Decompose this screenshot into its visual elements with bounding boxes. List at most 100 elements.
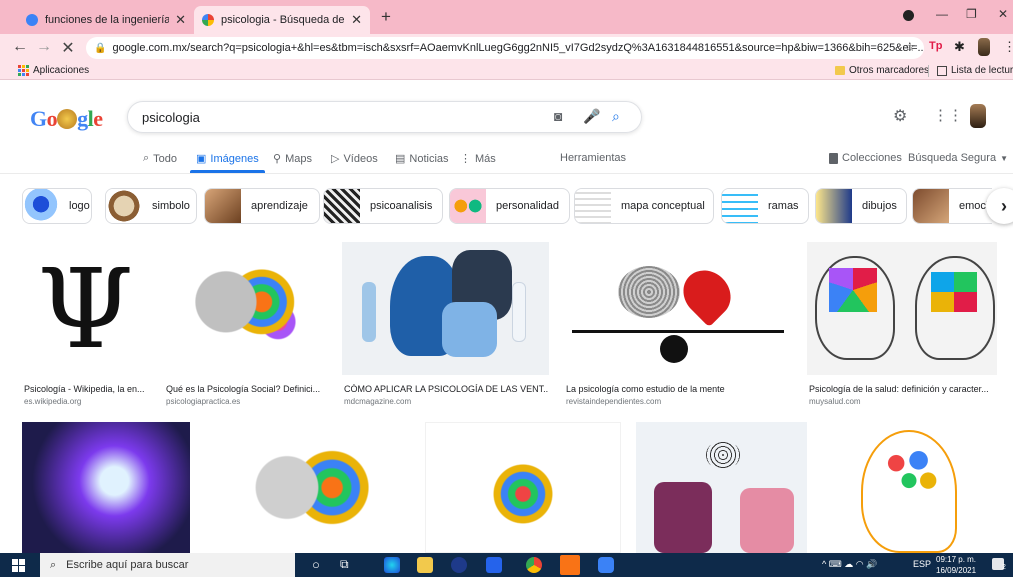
profile-avatar[interactable] bbox=[978, 38, 990, 56]
chip-label: personalidad bbox=[496, 200, 559, 212]
browser-menu-icon[interactable]: ⋮ bbox=[1003, 39, 1013, 55]
google-apps-grid-icon[interactable]: ⋮⋮ bbox=[933, 106, 963, 124]
result-title[interactable]: Psicología - Wikipedia, la en... bbox=[24, 384, 149, 394]
chip-simbolo[interactable]: simbolo bbox=[105, 188, 197, 224]
profile-indicator-icon[interactable] bbox=[903, 10, 914, 21]
safe-search-dropdown[interactable]: Búsqueda Segura ▼ bbox=[908, 152, 1008, 164]
tray-icons[interactable]: ^ ⌨ ☁ ◠ 🔊 bbox=[822, 559, 877, 570]
extension-icon[interactable]: Tp bbox=[929, 40, 942, 52]
result-image-puzzle-heads[interactable] bbox=[807, 242, 997, 375]
image-result[interactable]: La psicología como estudio de la mente r… bbox=[564, 242, 793, 407]
close-window-button[interactable]: ✕ bbox=[998, 7, 1008, 21]
image-result[interactable]: Qué es la Psicología Social? Definici...… bbox=[164, 242, 327, 407]
chip-dibujos[interactable]: dibujos bbox=[815, 188, 907, 224]
search-submit-icon[interactable]: ⌕ bbox=[612, 108, 620, 125]
chip-emociones[interactable]: emoci bbox=[912, 188, 992, 224]
minimize-button[interactable]: — bbox=[936, 7, 948, 21]
tab-images[interactable]: ▣ Imágenes bbox=[196, 152, 259, 166]
chip-mapa-conceptual[interactable]: mapa conceptual bbox=[574, 188, 714, 224]
hp-app-icon[interactable] bbox=[451, 557, 467, 573]
result-image-psi-symbol[interactable]: Ψ bbox=[22, 242, 149, 375]
reading-list-label: Lista de lectura bbox=[951, 65, 1013, 76]
clock-time: 09:17 p. m. bbox=[936, 555, 977, 564]
image-result[interactable]: Ψ Psicología - Wikipedia, la en... es.wi… bbox=[22, 242, 149, 407]
image-result[interactable] bbox=[821, 422, 997, 553]
chip-ramas[interactable]: ramas bbox=[721, 188, 809, 224]
other-bookmarks-folder[interactable]: Otros marcadores bbox=[835, 65, 929, 76]
close-tab-icon[interactable]: ✕ bbox=[345, 12, 362, 28]
address-bar[interactable]: 🔒 google.com.mx/search?q=psicologia+&hl=… bbox=[86, 37, 924, 59]
image-result[interactable] bbox=[205, 422, 410, 553]
chip-label: simbolo bbox=[152, 200, 190, 212]
chrome-icon[interactable] bbox=[526, 557, 542, 573]
result-title[interactable]: Psicología de la salud: definición y car… bbox=[809, 384, 996, 394]
edge-browser-icon[interactable] bbox=[384, 557, 400, 573]
search-icon: ⌕ bbox=[143, 152, 150, 164]
chip-logo[interactable]: logo bbox=[22, 188, 92, 224]
tab-all[interactable]: ⌕ Todo bbox=[143, 152, 177, 165]
result-image-brain-heart-balance[interactable] bbox=[564, 242, 793, 375]
result-image-glowing-head[interactable] bbox=[22, 422, 190, 553]
tab-news[interactable]: ▤ Noticias bbox=[395, 152, 449, 166]
result-title[interactable]: Qué es la Psicología Social? Definici... bbox=[166, 384, 326, 394]
input-language[interactable]: ESP bbox=[913, 559, 931, 569]
camera-search-icon[interactable]: ◙ bbox=[554, 108, 562, 124]
tab-maps[interactable]: ⚲ Maps bbox=[273, 152, 312, 166]
result-image-puzzle-head[interactable] bbox=[342, 242, 549, 375]
chip-label: dibujos bbox=[862, 200, 897, 212]
chip-psicoanalisis[interactable]: psicoanalisis bbox=[323, 188, 443, 224]
voice-search-mic-icon[interactable]: 🎤 bbox=[583, 108, 600, 125]
tools-button[interactable]: Herramientas bbox=[560, 152, 626, 164]
browser-tab-active[interactable]: psicologia - Búsqueda de Google ✕ bbox=[194, 6, 370, 34]
image-result[interactable] bbox=[22, 422, 190, 553]
result-image-colorful-brain-2[interactable] bbox=[205, 422, 410, 553]
tab-label: Vídeos bbox=[343, 152, 378, 165]
image-result[interactable] bbox=[425, 422, 621, 553]
task-view-icon[interactable]: ⧉ bbox=[340, 557, 349, 572]
result-image-doodle-brain[interactable] bbox=[425, 422, 621, 553]
chip-personalidad[interactable]: personalidad bbox=[449, 188, 570, 224]
close-tab-icon[interactable]: ✕ bbox=[169, 12, 186, 28]
taskbar-search-box[interactable]: ⌕ Escribe aquí para buscar bbox=[40, 553, 295, 577]
video-icon: ▷ bbox=[331, 153, 340, 165]
mail-icon[interactable] bbox=[486, 557, 502, 573]
file-explorer-icon[interactable] bbox=[417, 557, 433, 573]
stop-loading-icon[interactable]: ✕ bbox=[58, 38, 78, 58]
back-arrow-icon[interactable]: ← bbox=[10, 38, 30, 56]
collections-button[interactable]: Colecciones bbox=[829, 152, 902, 164]
cortana-icon[interactable]: ○ bbox=[312, 557, 320, 572]
bookmark-star-icon[interactable]: ☆ bbox=[904, 39, 916, 55]
result-title[interactable]: CÓMO APLICAR LA PSICOLOGÍA DE LAS VENT..… bbox=[344, 384, 548, 394]
apps-bookmark[interactable]: Aplicaciones bbox=[18, 65, 89, 76]
browser-tab[interactable]: funciones de la ingeniería petrol· ✕ bbox=[18, 6, 194, 34]
image-result[interactable]: Psicología de la salud: definición y car… bbox=[807, 242, 997, 407]
tab-videos[interactable]: ▷ Vídeos bbox=[331, 152, 378, 166]
new-tab-button[interactable]: + bbox=[381, 7, 391, 27]
windows-start-icon[interactable] bbox=[12, 559, 25, 572]
reading-list-button[interactable]: Lista de lectura bbox=[937, 65, 1013, 76]
chip-thumbnail bbox=[205, 189, 241, 223]
chip-aprendizaje[interactable]: aprendizaje bbox=[204, 188, 320, 224]
maximize-button[interactable]: ❐ bbox=[966, 7, 977, 21]
clock[interactable]: 09:17 p. m. 16/09/2021 bbox=[936, 554, 976, 576]
news-icon: ▤ bbox=[395, 153, 406, 165]
image-result[interactable] bbox=[636, 422, 807, 553]
result-title[interactable]: La psicología como estudio de la mente bbox=[566, 384, 792, 394]
bookmarks-divider bbox=[928, 65, 929, 77]
chip-label: aprendizaje bbox=[251, 200, 308, 212]
tab-more[interactable]: ⋮ Más bbox=[460, 152, 496, 166]
google-doodle-logo[interactable]: Go gle bbox=[30, 106, 103, 132]
reading-list-icon bbox=[937, 65, 947, 76]
extensions-puzzle-icon[interactable]: ✱ bbox=[954, 39, 965, 55]
image-result[interactable]: CÓMO APLICAR LA PSICOLOGÍA DE LAS VENT..… bbox=[342, 242, 549, 407]
word-app-icon[interactable] bbox=[560, 555, 580, 575]
settings-gear-icon[interactable]: ⚙ bbox=[893, 106, 907, 126]
result-image-gears-head[interactable] bbox=[821, 422, 997, 553]
account-avatar[interactable] bbox=[970, 104, 986, 128]
forward-arrow-icon[interactable]: → bbox=[34, 38, 54, 56]
zoom-app-icon[interactable] bbox=[598, 557, 614, 573]
result-image-therapy-session[interactable] bbox=[636, 422, 807, 553]
search-box[interactable]: psicologia ◙ 🎤 ⌕ bbox=[127, 101, 642, 133]
google-favicon-icon bbox=[202, 14, 214, 26]
result-image-colorful-brain[interactable] bbox=[164, 242, 327, 375]
